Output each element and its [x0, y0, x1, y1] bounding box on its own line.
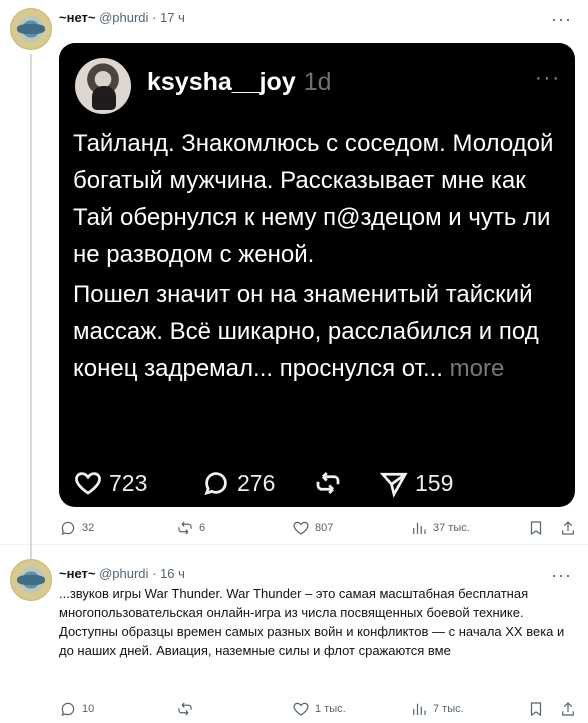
handle[interactable]: @phurdi [99, 566, 148, 581]
tweet-actions: 10 1 тыс. 7 тыс. [59, 700, 579, 718]
heart-icon [75, 472, 101, 495]
card-paragraph-1: Тайланд. Знакомлюсь с соседом. Молодой б… [73, 130, 554, 268]
views-button[interactable]: 37 тыс. [410, 519, 470, 537]
card-timestamp: 1d [303, 68, 332, 96]
share-button[interactable] [559, 519, 577, 537]
views-count: 7 тыс. [433, 703, 464, 715]
display-name[interactable]: ~нет~ [59, 566, 95, 581]
bookmark-button[interactable] [527, 700, 545, 718]
card-avatar [75, 58, 131, 114]
card-comments-count: 276 [237, 469, 276, 496]
reply-button[interactable]: 10 [59, 700, 94, 718]
card-shares: 159 [379, 468, 453, 498]
bookmark-icon [530, 702, 542, 717]
timestamp[interactable]: 17 ч [160, 10, 185, 25]
views-icon [413, 703, 426, 715]
tweet-header: ~нет~ @phurdi · 17 ч [59, 10, 185, 25]
card-more-link: more [449, 355, 505, 382]
share-button[interactable] [559, 700, 577, 718]
repost-icon [316, 472, 340, 494]
display-name[interactable]: ~нет~ [59, 10, 95, 25]
card-action-bar: 723 276 159 [73, 468, 523, 498]
card-shares-count: 159 [415, 469, 454, 496]
like-button[interactable]: 1 тыс. [292, 700, 346, 718]
card-post-text: Тайланд. Знакомлюсь с соседом. Молодой б… [73, 125, 561, 390]
comment-icon [61, 521, 75, 535]
avatar[interactable] [10, 8, 52, 50]
tweet-text: ...звуков игры War Thunder. War Thunder … [59, 586, 565, 658]
views-icon [413, 522, 426, 534]
avatar[interactable] [10, 559, 52, 601]
embedded-screenshot[interactable]: ksysha__joy 1d ··· Тайланд. Знакомлюсь с … [59, 43, 575, 507]
bookmark-button[interactable] [527, 519, 545, 537]
views-button[interactable]: 7 тыс. [410, 700, 464, 718]
repost-button[interactable]: 6 [176, 519, 205, 537]
send-icon [379, 472, 408, 498]
repost-icon [178, 702, 192, 716]
more-icon[interactable]: ··· [551, 565, 572, 586]
reply-button[interactable]: 32 [59, 519, 94, 537]
separator: · [152, 10, 157, 25]
more-icon[interactable]: ··· [551, 9, 572, 30]
card-comments: 276 [201, 468, 275, 498]
share-icon [562, 521, 574, 535]
repost-icon [178, 521, 192, 535]
heart-icon [293, 521, 309, 535]
share-icon [562, 702, 574, 716]
first-tweet[interactable]: ~нет~ @phurdi · 17 ч ··· ksysha__joy 1d ·… [0, 0, 588, 564]
card-more-icon: ··· [535, 67, 561, 89]
heart-icon [293, 702, 309, 716]
card-user-line: ksysha__joy 1d [147, 68, 332, 97]
separator: · [152, 566, 157, 581]
card-likes-count: 723 [109, 469, 148, 496]
card-repost [313, 468, 343, 498]
timestamp[interactable]: 16 ч [160, 566, 185, 581]
repost-button[interactable] [176, 700, 194, 718]
tweet-header: ~нет~ @phurdi · 16 ч [59, 566, 185, 581]
views-count: 37 тыс. [433, 522, 470, 534]
tweet-actions: 32 6 807 37 тыс. [59, 519, 579, 537]
comment-icon [204, 472, 227, 496]
repost-count: 6 [199, 522, 206, 534]
card-username: ksysha__joy [147, 68, 296, 96]
like-count: 1 тыс. [315, 703, 346, 715]
reply-count: 10 [82, 703, 95, 715]
reply-count: 32 [82, 522, 95, 534]
bookmark-icon [530, 521, 542, 536]
handle[interactable]: @phurdi [99, 10, 148, 25]
card-paragraph-2: Пошел значит он на знаменитый тайский ма… [73, 276, 561, 387]
second-tweet[interactable]: ~нет~ @phurdi · 16 ч ··· ...звуков игры … [0, 546, 588, 723]
card-likes: 723 [73, 468, 147, 498]
comment-icon [61, 702, 75, 716]
like-count: 807 [315, 522, 334, 534]
thread-line [30, 54, 32, 564]
like-button[interactable]: 807 [292, 519, 333, 537]
